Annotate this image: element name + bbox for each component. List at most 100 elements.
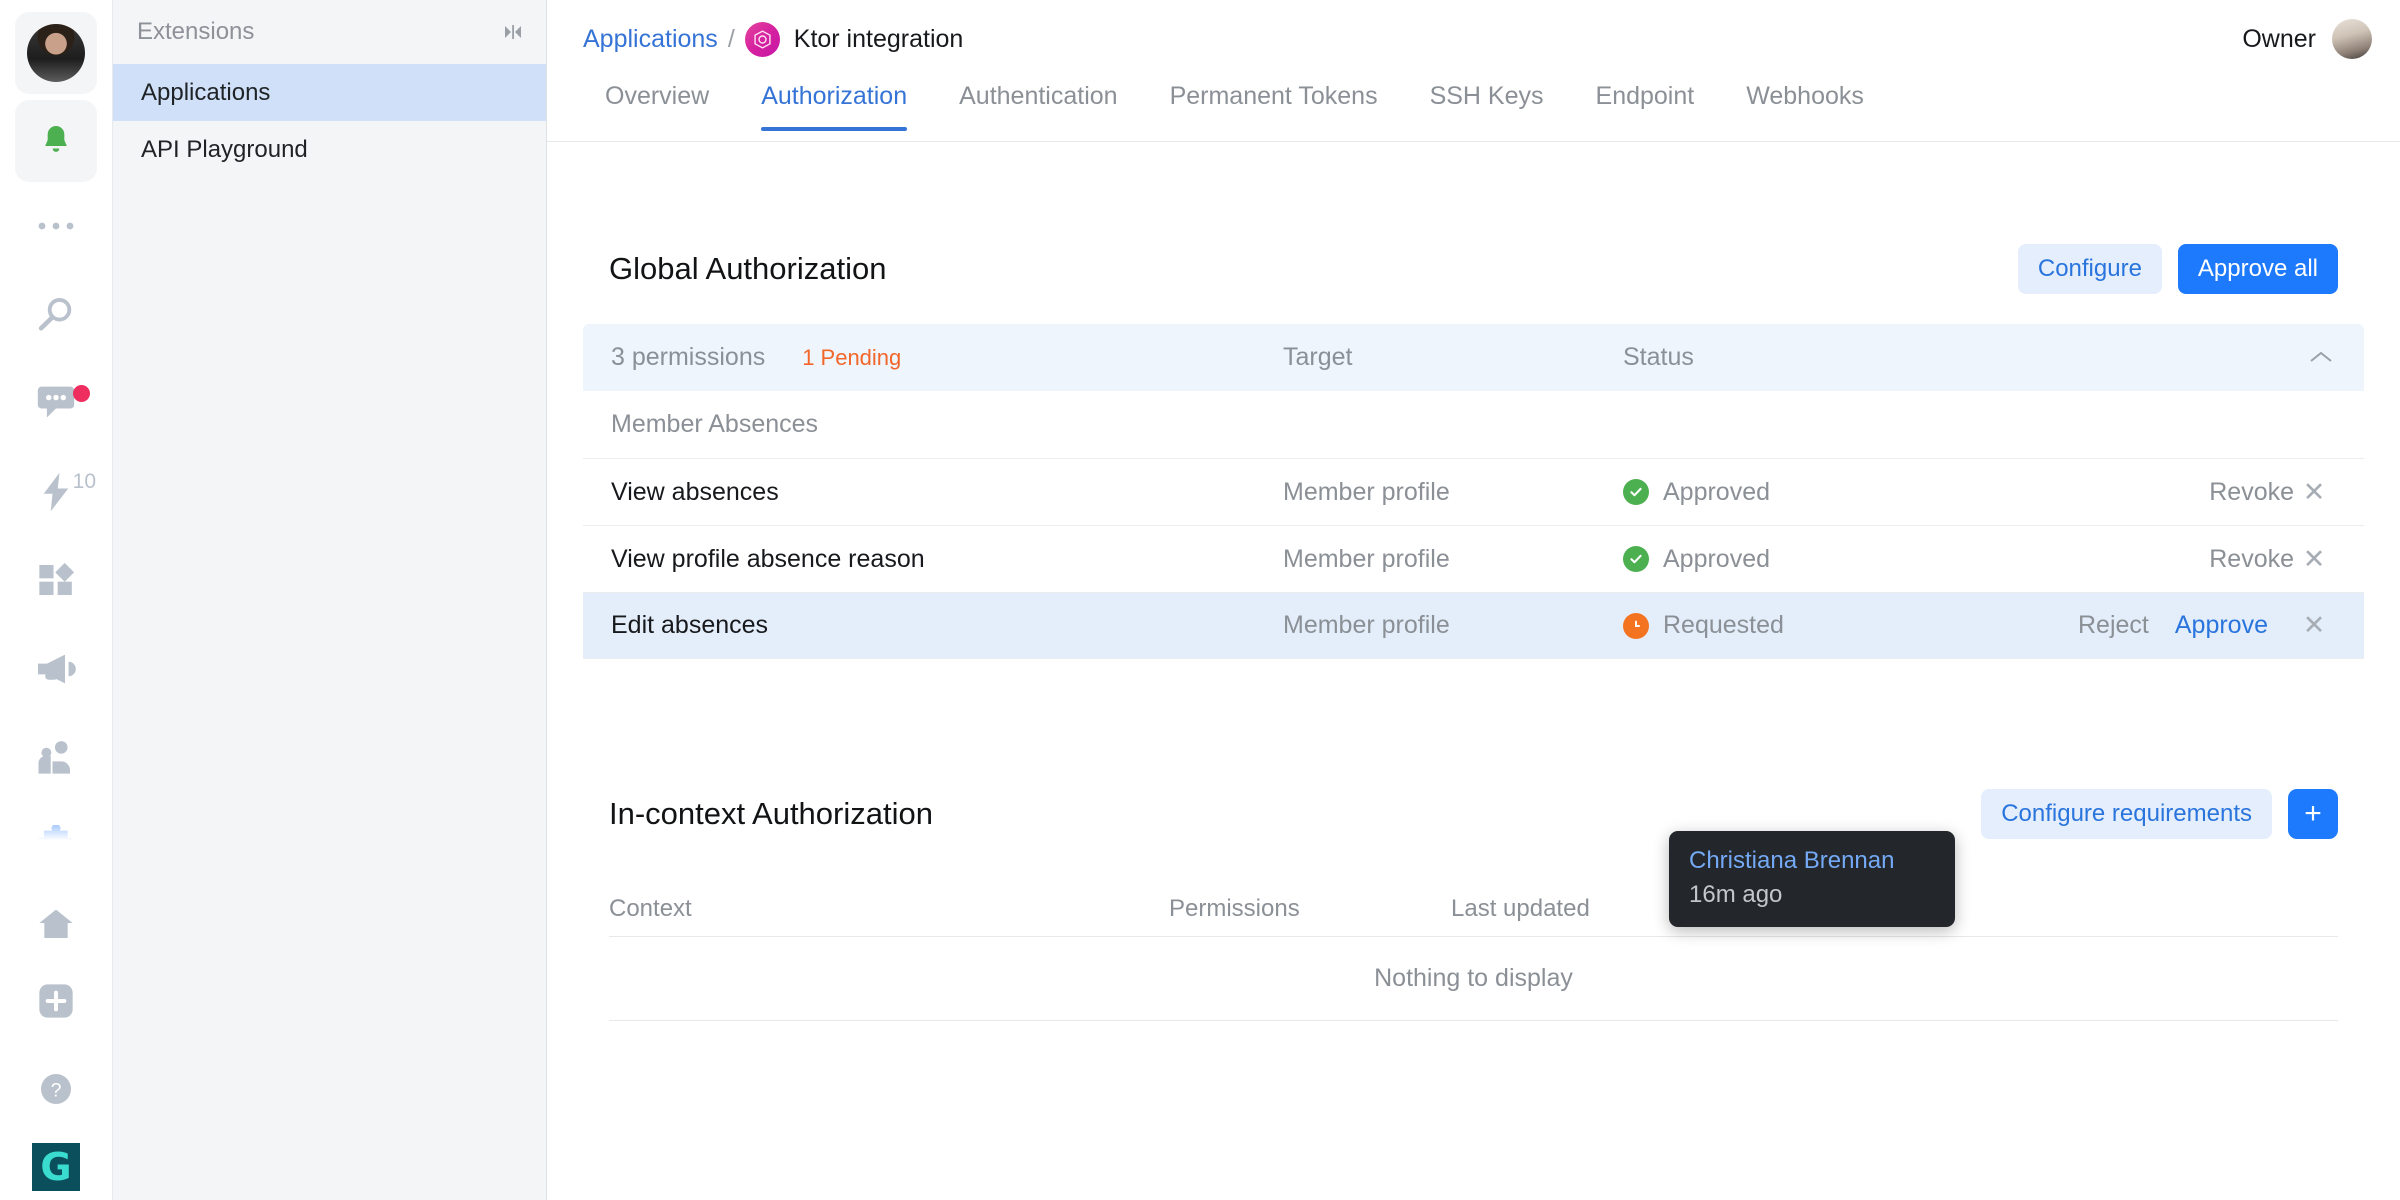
rail-item-todo[interactable]: 10 xyxy=(0,448,112,537)
rail-item-chats[interactable] xyxy=(0,359,112,448)
rail-item-user-avatar[interactable] xyxy=(15,12,97,94)
sidebar-item-api-playground[interactable]: API Playground xyxy=(113,121,546,178)
chat-unread-badge xyxy=(73,385,90,403)
sidebar-item-applications[interactable]: Applications xyxy=(113,64,546,121)
panel-header: Extensions xyxy=(113,0,546,64)
tab-permanent-tokens[interactable]: Permanent Tokens xyxy=(1144,78,1404,131)
question-circle-icon: ? xyxy=(28,1061,84,1117)
sidebar-item-label: Applications xyxy=(141,78,271,106)
permission-actions: Revoke ✕ xyxy=(2053,544,2334,575)
breadcrumb-separator: / xyxy=(727,24,735,53)
approve-button[interactable]: Approve xyxy=(2175,611,2268,640)
pending-badge: 1 Pending xyxy=(802,345,902,370)
tab-ssh-keys[interactable]: SSH Keys xyxy=(1404,78,1570,131)
rail-item-meetings[interactable] xyxy=(0,713,112,802)
incontext-table-header: Context Permissions Last updated xyxy=(609,881,2338,937)
permission-name: View profile absence reason xyxy=(611,544,925,573)
search-icon xyxy=(28,287,84,343)
permission-status: Approved xyxy=(1623,545,2053,574)
breadcrumb-applications-link[interactable]: Applications xyxy=(583,25,718,54)
permissions-count-cell: 3 permissions 1 Pending xyxy=(611,343,1283,372)
tab-bar: Overview Authorization Authentication Pe… xyxy=(547,78,2400,142)
permission-group-row: Member Absences xyxy=(583,391,2364,458)
puzzle-icon xyxy=(28,818,84,874)
permission-name: Edit absences xyxy=(611,611,769,639)
collapse-section-cell xyxy=(2053,346,2334,370)
permission-status-label: Requested xyxy=(1663,611,1784,639)
g-logo: G xyxy=(32,1142,80,1191)
global-authorization-header: Global Authorization Configure Approve a… xyxy=(583,244,2364,294)
breadcrumb: Applications / Ktor integration xyxy=(583,21,964,57)
blocks-icon xyxy=(28,552,84,608)
revoke-button[interactable]: Revoke xyxy=(2209,478,2294,507)
app-window: 10 ? G Extensions Applications API Playg… xyxy=(0,0,2400,1200)
sidebar-item-label: API Playground xyxy=(141,135,308,163)
permission-group-label: Member Absences xyxy=(611,410,819,438)
configure-button[interactable]: Configure xyxy=(2017,244,2162,294)
tab-overview[interactable]: Overview xyxy=(583,78,735,131)
permission-status: Approved xyxy=(1623,478,2053,507)
rail-item-boards[interactable] xyxy=(0,536,112,625)
bell-icon xyxy=(28,113,84,169)
permission-target: Member profile xyxy=(1283,477,1450,506)
revoke-button[interactable]: Revoke xyxy=(2209,545,2294,574)
incontext-empty-state: Nothing to display xyxy=(609,937,2338,1021)
rail-item-logo[interactable]: G xyxy=(0,1134,112,1200)
collapse-panel-icon[interactable] xyxy=(498,21,524,43)
rail-item-extensions[interactable] xyxy=(0,802,112,891)
chevron-up-icon[interactable] xyxy=(2308,346,2334,370)
configure-requirements-button[interactable]: Configure requirements xyxy=(1981,789,2272,839)
approve-all-button[interactable]: Approve all xyxy=(2177,244,2338,294)
owner-avatar[interactable] xyxy=(2332,19,2372,59)
reject-button[interactable]: Reject xyxy=(2078,611,2149,640)
table-row[interactable]: View absences Member profile Approved Re… xyxy=(583,458,2364,525)
rail-item-blog[interactable] xyxy=(0,625,112,714)
rail-top-group xyxy=(0,0,112,182)
table-row[interactable]: View profile absence reason Member profi… xyxy=(583,525,2364,592)
clock-icon xyxy=(1623,612,1649,639)
close-icon[interactable]: ✕ xyxy=(2294,544,2334,575)
main-area: Applications / Ktor integration Owner Ov… xyxy=(547,0,2400,1200)
todo-count-badge: 10 xyxy=(72,469,96,493)
chat-icon xyxy=(28,375,84,431)
tab-label: Authentication xyxy=(959,82,1118,110)
tab-authentication[interactable]: Authentication xyxy=(933,78,1143,131)
add-context-button[interactable]: + xyxy=(2288,789,2338,839)
tab-endpoint[interactable]: Endpoint xyxy=(1570,78,1721,131)
rail-item-help[interactable]: ? xyxy=(0,1045,112,1134)
plus-square-icon xyxy=(28,973,84,1029)
close-icon[interactable]: ✕ xyxy=(2294,610,2334,641)
table-row[interactable]: Edit absences Member profile Requested R… xyxy=(583,592,2364,659)
permissions-table-header[interactable]: 3 permissions 1 Pending Target Status xyxy=(583,324,2364,391)
rail-item-notifications[interactable] xyxy=(15,100,97,182)
home-icon xyxy=(28,895,84,951)
column-header-status: Status xyxy=(1623,343,1694,371)
tab-webhooks[interactable]: Webhooks xyxy=(1720,78,1890,131)
tooltip-user-name: Christiana Brennan xyxy=(1689,847,1895,874)
svg-text:?: ? xyxy=(51,1080,62,1102)
tab-authorization[interactable]: Authorization xyxy=(735,78,933,131)
rail-item-more[interactable] xyxy=(0,182,112,271)
owner-role-label: Owner xyxy=(2242,24,2316,53)
rail-item-home[interactable] xyxy=(0,890,112,956)
hexagon-app-icon xyxy=(744,21,780,57)
permission-actions: Revoke ✕ xyxy=(2053,477,2334,508)
tab-label: Overview xyxy=(605,82,710,110)
permission-target: Member profile xyxy=(1283,611,1450,639)
incontext-actions: Configure requirements + xyxy=(1981,789,2338,839)
breadcrumb-current: Ktor integration xyxy=(793,24,964,53)
extensions-panel: Extensions Applications API Playground xyxy=(113,0,547,1200)
column-header-permissions: Permissions xyxy=(1169,894,1300,922)
permission-actions: Reject Approve ✕ xyxy=(2053,610,2334,641)
permission-target: Member profile xyxy=(1283,544,1450,573)
permissions-table: 3 permissions 1 Pending Target Status Me… xyxy=(583,324,2364,659)
rail-item-add[interactable] xyxy=(0,957,112,1046)
top-bar-right: Owner xyxy=(2242,19,2372,59)
permission-status-label: Approved xyxy=(1663,544,1771,573)
requester-tooltip: Christiana Brennan 16m ago xyxy=(1669,831,1955,927)
incontext-authorization-header: In-context Authorization Configure requi… xyxy=(583,789,2364,839)
permission-status: Requested xyxy=(1623,611,2053,640)
close-icon[interactable]: ✕ xyxy=(2294,477,2334,508)
panel-title: Extensions xyxy=(137,18,255,45)
rail-item-search[interactable] xyxy=(0,271,112,360)
